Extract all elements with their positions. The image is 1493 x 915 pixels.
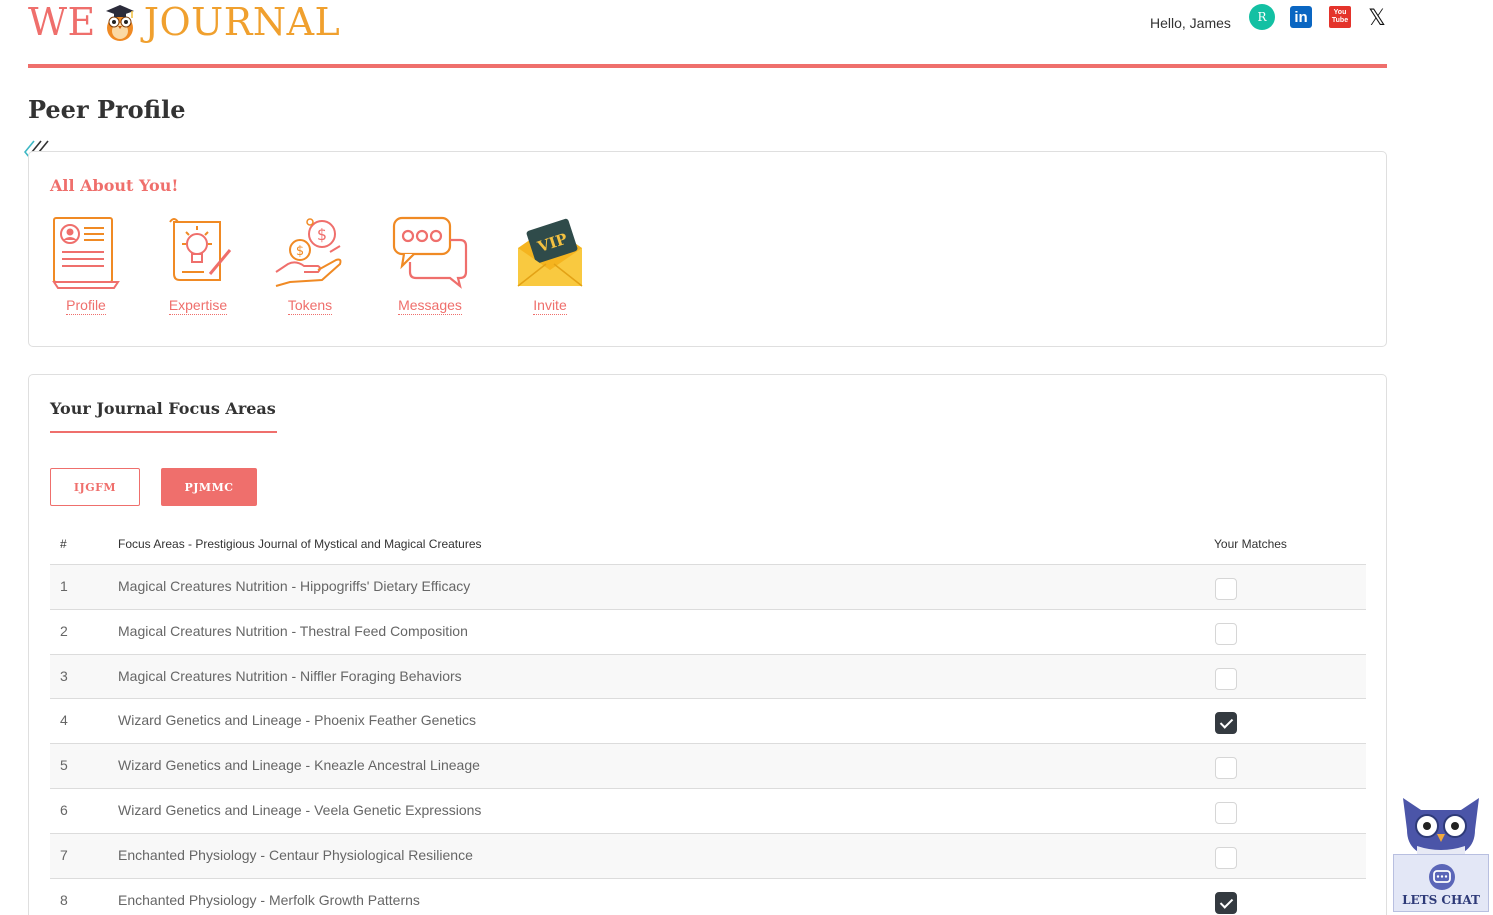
messages-menu-item[interactable]: Messages xyxy=(384,214,476,315)
table-row: 4 Wizard Genetics and Lineage - Phoenix … xyxy=(50,699,1366,745)
tokens-label: Tokens xyxy=(287,297,333,315)
table-row: 2 Magical Creatures Nutrition - Thestral… xyxy=(50,610,1366,655)
row-number: 4 xyxy=(60,712,68,729)
row-focus-area: Magical Creatures Nutrition - Hippogriff… xyxy=(118,578,471,594)
invite-label: Invite xyxy=(533,297,567,315)
table-row: 5 Wizard Genetics and Lineage - Kneazle … xyxy=(50,744,1366,789)
row-number: 7 xyxy=(60,846,68,863)
researchgate-icon[interactable]: R xyxy=(1249,4,1275,30)
profile-document-icon xyxy=(52,217,120,289)
svg-text:$: $ xyxy=(317,225,327,244)
match-checkbox[interactable] xyxy=(1215,622,1237,645)
row-number: 2 xyxy=(60,622,68,639)
profile-label: Profile xyxy=(66,297,106,315)
row-focus-area: Wizard Genetics and Lineage - Phoenix Fe… xyxy=(118,712,476,729)
x-twitter-icon[interactable]: 𝕏 xyxy=(1365,5,1389,30)
owl-mascot-icon xyxy=(105,5,134,41)
page-title: Peer Profile xyxy=(28,95,186,124)
linkedin-icon[interactable]: in xyxy=(1290,6,1312,28)
focus-areas-title: Your Journal Focus Areas xyxy=(50,399,276,418)
user-greeting: Hello, James xyxy=(1150,15,1231,31)
table-row: 1 Magical Creatures Nutrition - Hippogri… xyxy=(50,565,1366,610)
lets-chat-widget[interactable]: LETS CHAT xyxy=(1393,790,1489,912)
match-checkbox[interactable] xyxy=(1215,712,1237,735)
match-checkbox[interactable] xyxy=(1215,801,1237,824)
row-focus-area: Enchanted Physiology - Merfolk Growth Pa… xyxy=(118,891,420,908)
table-row: 3 Magical Creatures Nutrition - Niffler … xyxy=(50,654,1366,700)
focus-areas-table: # Focus Areas - Prestigious Journal of M… xyxy=(50,527,1366,915)
row-number: 1 xyxy=(60,578,68,594)
lets-chat-label: LETS CHAT xyxy=(1402,893,1480,907)
match-checkbox[interactable] xyxy=(1215,891,1237,914)
invite-menu-item[interactable]: VIP Invite xyxy=(504,214,596,315)
table-row: 6 Wizard Genetics and Lineage - Veela Ge… xyxy=(50,789,1366,834)
site-header: WE JOURNAL Hello, James R in You Tube 𝕏 xyxy=(28,0,1387,68)
vip-envelope-icon: VIP xyxy=(517,218,583,287)
expertise-label: Expertise xyxy=(168,297,228,315)
about-you-title: All About You! xyxy=(50,176,179,195)
table-row: 8 Enchanted Physiology - Merfolk Growth … xyxy=(50,879,1366,915)
about-you-card: All About You! Profile Expertise $ $ Tok… xyxy=(28,151,1387,347)
svg-text:$: $ xyxy=(296,244,304,259)
chat-bubbles-icon xyxy=(392,216,468,289)
row-focus-area: Magical Creatures Nutrition - Niffler Fo… xyxy=(118,667,462,684)
row-focus-area: Wizard Genetics and Lineage - Veela Gene… xyxy=(118,801,482,818)
header-focus-area: Focus Areas - Prestigious Journal of Mys… xyxy=(118,537,482,551)
match-checkbox[interactable] xyxy=(1215,757,1237,780)
match-checkbox[interactable] xyxy=(1215,667,1237,690)
row-number: 5 xyxy=(60,757,68,774)
table-header: # Focus Areas - Prestigious Journal of M… xyxy=(50,527,1366,565)
tokens-menu-item[interactable]: $ $ Tokens xyxy=(264,214,356,315)
expertise-menu-item[interactable]: Expertise xyxy=(152,214,244,315)
table-row: 7 Enchanted Physiology - Centaur Physiol… xyxy=(50,833,1366,879)
chat-bubble-icon xyxy=(1429,864,1455,890)
row-focus-area: Enchanted Physiology - Centaur Physiolog… xyxy=(118,846,473,863)
owl-chat-icon xyxy=(1403,798,1479,860)
match-checkbox[interactable] xyxy=(1215,578,1237,600)
journal-tab-pjmmc[interactable]: PJMMC xyxy=(161,468,257,506)
logo-journal-text: JOURNAL xyxy=(143,0,341,44)
youtube-icon[interactable]: You Tube xyxy=(1329,6,1351,28)
messages-label: Messages xyxy=(398,297,462,315)
lightbulb-scroll-icon xyxy=(169,218,232,281)
header-num: # xyxy=(60,537,67,551)
row-focus-area: Magical Creatures Nutrition - Thestral F… xyxy=(118,622,468,639)
profile-menu-item[interactable]: Profile xyxy=(40,214,132,315)
logo-we-text: WE xyxy=(28,0,96,44)
row-number: 3 xyxy=(60,667,68,684)
journal-tab-ijgfm[interactable]: IJGFM xyxy=(50,468,140,506)
row-number: 6 xyxy=(60,801,68,818)
match-checkbox[interactable] xyxy=(1215,846,1237,869)
coins-hand-icon: $ $ xyxy=(275,218,342,287)
row-focus-area: Wizard Genetics and Lineage - Kneazle An… xyxy=(118,757,480,774)
site-logo[interactable]: WE JOURNAL xyxy=(28,0,340,44)
header-your-matches: Your Matches xyxy=(1214,537,1287,551)
focus-areas-card: Your Journal Focus Areas IJGFM PJMMC # F… xyxy=(28,374,1387,915)
focus-title-underline xyxy=(50,431,277,433)
row-number: 8 xyxy=(60,891,68,908)
